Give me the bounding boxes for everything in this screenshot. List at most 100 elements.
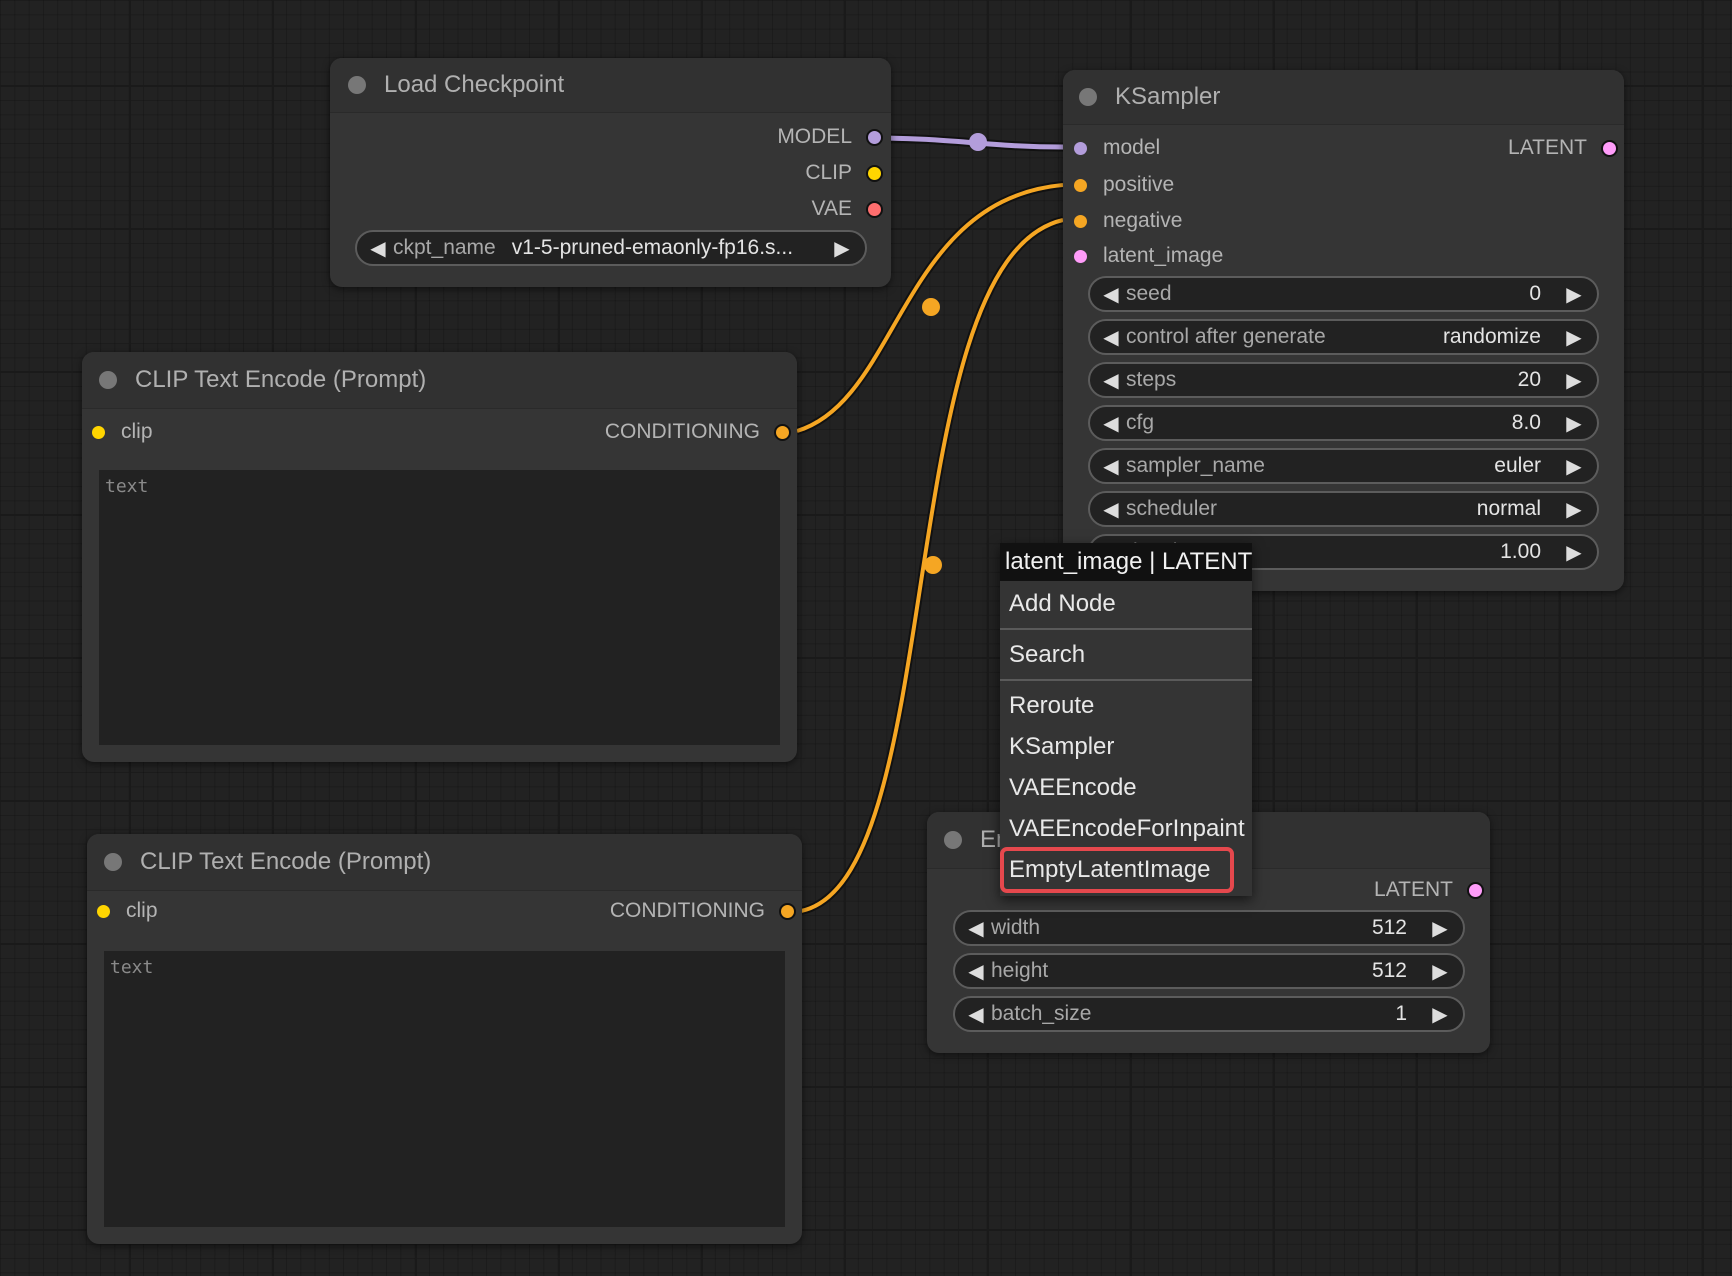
output-slot-conditioning[interactable]: CONDITIONING [610, 896, 796, 926]
arrow-left-icon[interactable]: ◀ [1096, 411, 1126, 436]
model-slot-dot-icon[interactable] [1072, 139, 1089, 157]
conditioning-slot-dot-icon[interactable] [774, 423, 791, 441]
ckpt-name-combo[interactable]: ◀ ckpt_name v1-5-pruned-emaonly-fp16.s..… [355, 230, 867, 266]
widget-value: 512 [1371, 916, 1407, 939]
cfg-widget[interactable]: ◀ cfg 8.0 ▶ [1088, 405, 1599, 441]
node-collapse-dot-icon[interactable] [348, 76, 366, 94]
node-ksampler[interactable]: KSampler model positive negative latent_… [1063, 70, 1624, 591]
arrow-right-icon[interactable]: ▶ [1559, 411, 1589, 436]
widget-value: 8.0 [1511, 411, 1541, 434]
widget-label: scheduler [1126, 497, 1218, 520]
widget-label: control after generate [1126, 325, 1326, 348]
node-collapse-dot-icon[interactable] [1079, 88, 1097, 106]
latent-slot-dot-icon[interactable] [1601, 139, 1618, 157]
arrow-right-icon[interactable]: ▶ [1559, 282, 1589, 307]
prompt-textarea[interactable] [104, 951, 785, 1227]
arrow-right-icon[interactable]: ▶ [1425, 959, 1455, 984]
node-collapse-dot-icon[interactable] [99, 371, 117, 389]
clip-slot-dot-icon[interactable] [866, 164, 883, 182]
arrow-left-icon[interactable]: ◀ [961, 959, 991, 984]
node-title-bar[interactable]: CLIP Text Encode (Prompt) [82, 352, 797, 409]
widget-label: batch_size [991, 1002, 1092, 1025]
latent-image-slot-dot-icon[interactable] [1072, 247, 1089, 265]
menu-item-vaeencode[interactable]: VAEEncode [1000, 767, 1252, 808]
scheduler-widget[interactable]: ◀ scheduler normal ▶ [1088, 491, 1599, 527]
arrow-right-icon[interactable]: ▶ [1559, 454, 1589, 479]
height-widget[interactable]: ◀ height 512 ▶ [953, 953, 1465, 989]
output-slot-latent[interactable]: LATENT [1508, 133, 1618, 163]
input-slot-clip[interactable]: clip [90, 417, 153, 447]
steps-widget[interactable]: ◀ steps 20 ▶ [1088, 362, 1599, 398]
link-model [876, 133, 1064, 152]
arrow-left-icon[interactable]: ◀ [1096, 368, 1126, 393]
arrow-right-icon[interactable]: ▶ [1559, 368, 1589, 393]
node-load-checkpoint[interactable]: Load Checkpoint MODEL CLIP VAE ◀ ckpt_na… [330, 58, 891, 287]
widget-value: 0 [1529, 282, 1541, 305]
slot-label: clip [121, 420, 153, 443]
node-title-bar[interactable]: Load Checkpoint [330, 58, 891, 113]
slot-label: VAE [811, 197, 852, 220]
model-slot-dot-icon[interactable] [866, 128, 883, 146]
menu-item-add-node[interactable]: Add Node [1000, 583, 1252, 624]
arrow-left-icon[interactable]: ◀ [1096, 454, 1126, 479]
input-slot-model[interactable]: model [1072, 133, 1160, 163]
latent-slot-dot-icon[interactable] [1467, 881, 1484, 899]
conditioning-slot-dot-icon[interactable] [779, 902, 796, 920]
input-slot-clip[interactable]: clip [95, 896, 158, 926]
node-title-bar[interactable]: CLIP Text Encode (Prompt) [87, 834, 802, 891]
negative-slot-dot-icon[interactable] [1072, 212, 1089, 230]
arrow-right-icon[interactable]: ▶ [1559, 497, 1589, 522]
menu-item-emptylatentimage[interactable]: EmptyLatentImage [1000, 847, 1252, 893]
widget-value: euler [1494, 454, 1541, 477]
link-positive-midpoint[interactable] [922, 298, 940, 316]
slot-label: positive [1103, 173, 1175, 196]
output-slot-vae[interactable]: VAE [812, 194, 883, 224]
widget-value: 20 [1517, 368, 1541, 391]
width-widget[interactable]: ◀ width 512 ▶ [953, 910, 1465, 946]
input-slot-positive[interactable]: positive [1072, 170, 1174, 200]
arrow-right-icon[interactable]: ▶ [827, 236, 857, 261]
control-after-generate-widget[interactable]: ◀ control after generate randomize ▶ [1088, 319, 1599, 355]
output-slot-clip[interactable]: CLIP [805, 158, 883, 188]
slot-label: latent_image [1103, 244, 1224, 267]
node-title: CLIP Text Encode (Prompt) [140, 848, 432, 875]
clip-slot-dot-icon[interactable] [95, 902, 112, 920]
seed-widget[interactable]: ◀ seed 0 ▶ [1088, 276, 1599, 312]
output-slot-latent[interactable]: LATENT [1374, 875, 1484, 905]
arrow-right-icon[interactable]: ▶ [1559, 540, 1589, 565]
widget-label: ckpt_name [393, 236, 496, 259]
arrow-right-icon[interactable]: ▶ [1425, 1002, 1455, 1027]
arrow-right-icon[interactable]: ▶ [1559, 325, 1589, 350]
arrow-left-icon[interactable]: ◀ [1096, 325, 1126, 350]
node-collapse-dot-icon[interactable] [944, 831, 962, 849]
arrow-left-icon[interactable]: ◀ [1096, 282, 1126, 307]
clip-slot-dot-icon[interactable] [90, 423, 107, 441]
link-model-shadow [876, 133, 1064, 152]
input-slot-latent-image[interactable]: latent_image [1072, 241, 1223, 271]
menu-item-search[interactable]: Search [1000, 634, 1252, 675]
arrow-right-icon[interactable]: ▶ [1425, 916, 1455, 941]
link-model-midpoint[interactable] [969, 133, 987, 151]
slot-label: MODEL [777, 125, 852, 148]
menu-item-vaeencodeforinpaint[interactable]: VAEEncodeForInpaint [1000, 808, 1252, 849]
node-clip-text-encode-positive[interactable]: CLIP Text Encode (Prompt) clip CONDITION… [82, 352, 797, 762]
menu-item-reroute[interactable]: Reroute [1000, 685, 1252, 726]
arrow-left-icon[interactable]: ◀ [961, 1002, 991, 1027]
menu-item-ksampler[interactable]: KSampler [1000, 726, 1252, 767]
link-negative-midpoint[interactable] [924, 556, 942, 574]
node-collapse-dot-icon[interactable] [104, 853, 122, 871]
arrow-left-icon[interactable]: ◀ [1096, 497, 1126, 522]
output-slot-conditioning[interactable]: CONDITIONING [605, 417, 791, 447]
positive-slot-dot-icon[interactable] [1072, 176, 1089, 194]
prompt-textarea[interactable] [99, 470, 780, 745]
arrow-left-icon[interactable]: ◀ [961, 916, 991, 941]
node-title-bar[interactable]: KSampler [1063, 70, 1624, 125]
input-slot-negative[interactable]: negative [1072, 206, 1182, 236]
sampler-name-widget[interactable]: ◀ sampler_name euler ▶ [1088, 448, 1599, 484]
output-slot-model[interactable]: MODEL [777, 122, 883, 152]
batch-size-widget[interactable]: ◀ batch_size 1 ▶ [953, 996, 1465, 1032]
node-clip-text-encode-negative[interactable]: CLIP Text Encode (Prompt) clip CONDITION… [87, 834, 802, 1244]
widget-label: seed [1126, 282, 1172, 305]
vae-slot-dot-icon[interactable] [866, 200, 883, 218]
arrow-left-icon[interactable]: ◀ [363, 236, 393, 261]
